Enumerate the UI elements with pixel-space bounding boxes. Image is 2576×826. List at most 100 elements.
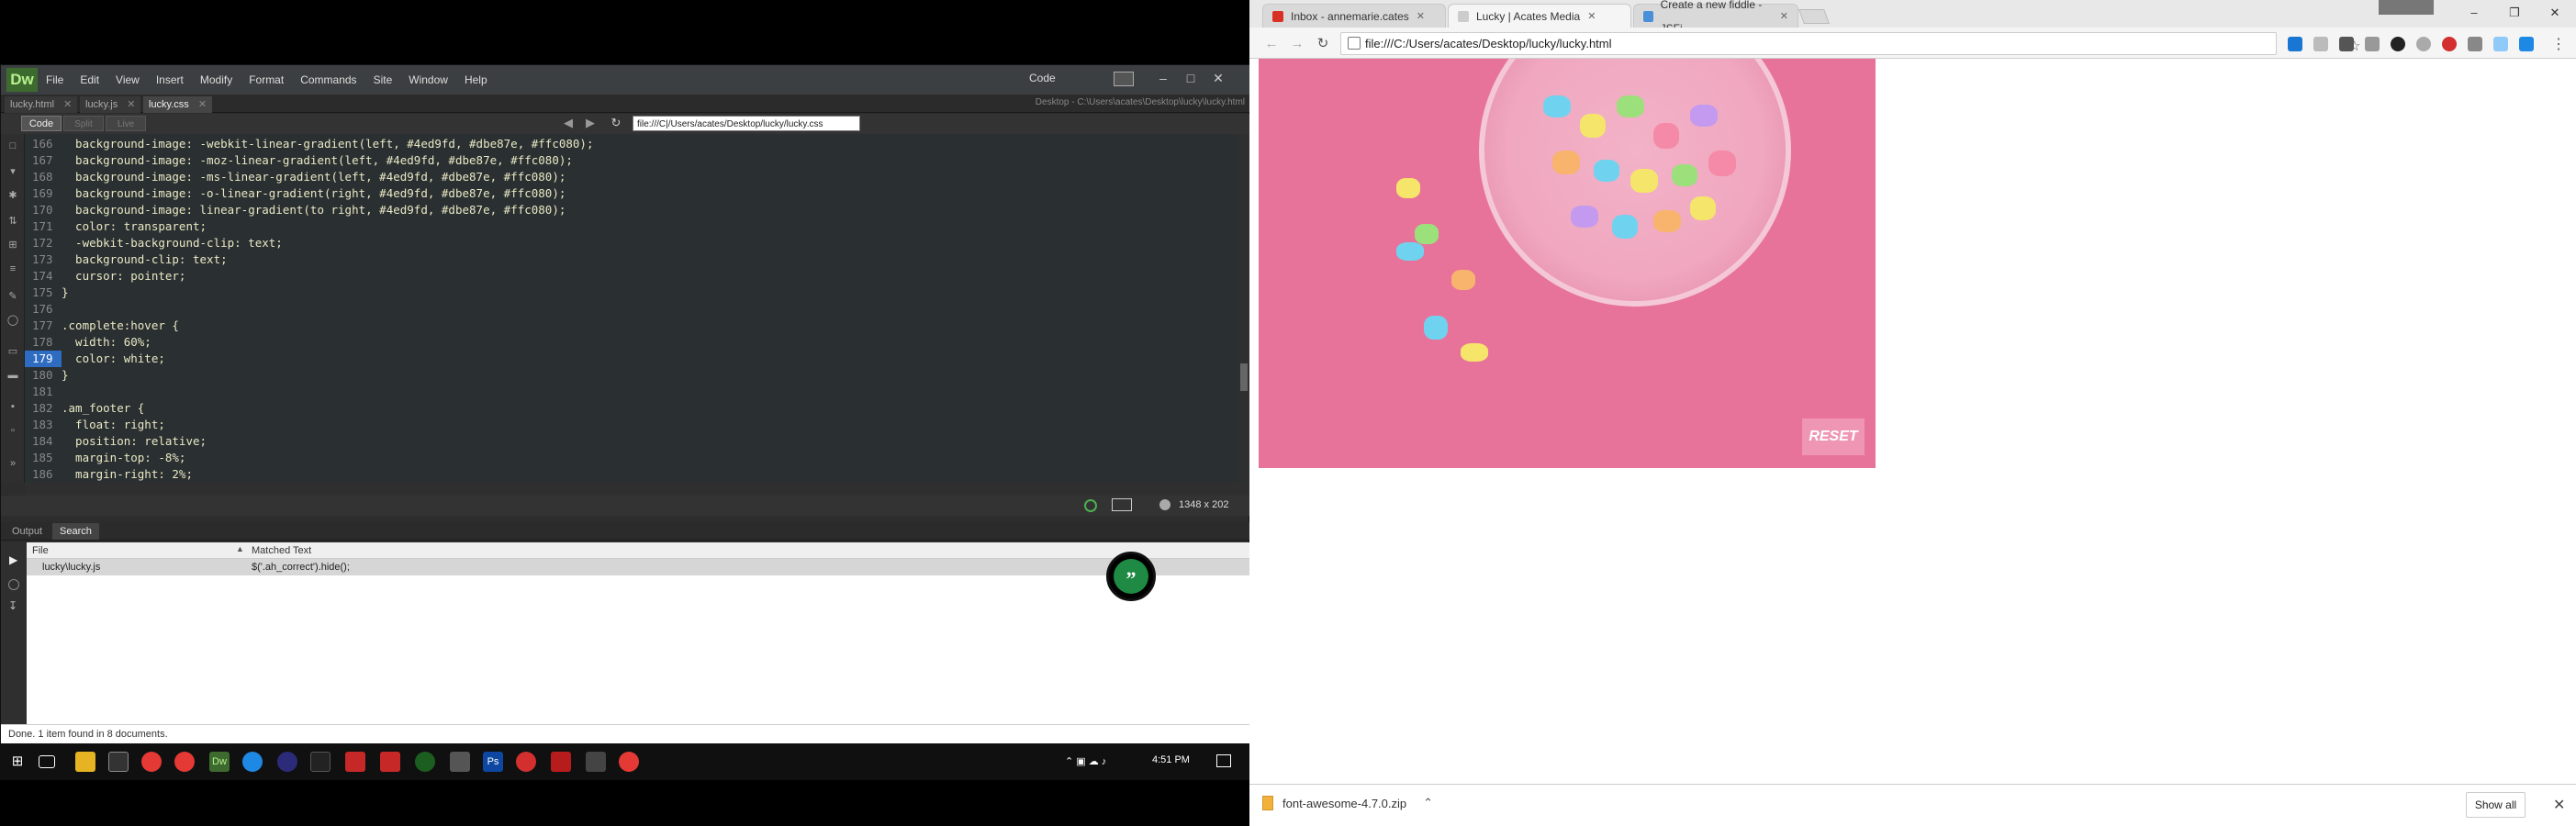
menu-help[interactable]: Help xyxy=(456,73,496,86)
code-line[interactable]: 185 margin-top: -8%; xyxy=(25,450,1238,466)
open-documents-icon[interactable]: □ xyxy=(6,140,19,152)
menu-format[interactable]: Format xyxy=(241,73,292,86)
app-icon[interactable] xyxy=(277,752,297,772)
back-icon[interactable]: ← xyxy=(1262,35,1281,53)
menu-edit[interactable]: Edit xyxy=(72,73,107,86)
menu-file[interactable]: File xyxy=(38,73,72,86)
edge-icon[interactable] xyxy=(242,752,263,772)
extension-icon[interactable] xyxy=(2391,37,2405,51)
store-icon[interactable] xyxy=(108,752,129,772)
expand-all-icon[interactable]: ✱ xyxy=(6,189,19,202)
quote-bubble-icon[interactable]: ” xyxy=(1106,552,1156,601)
sort-icon[interactable]: ▲ xyxy=(236,544,244,553)
split-view-button[interactable]: Split xyxy=(63,116,104,131)
dw-minimize-icon[interactable]: – xyxy=(1153,69,1173,87)
code-line[interactable]: 175} xyxy=(25,285,1238,301)
code-line[interactable]: 167 background-image: -moz-linear-gradie… xyxy=(25,152,1238,169)
chrome-close-icon[interactable]: ✕ xyxy=(2544,6,2566,22)
close-icon[interactable]: ✕ xyxy=(1417,5,1425,28)
code-line[interactable]: 179 color: white; xyxy=(25,351,1238,367)
link-extension-icon[interactable] xyxy=(2365,37,2380,51)
apply-comment-icon[interactable]: ▭ xyxy=(6,345,19,358)
menu-dots-icon[interactable]: ⋮ xyxy=(2551,35,2566,53)
tab-inbox[interactable]: Inbox - annemarie.cates ✕ xyxy=(1262,4,1446,28)
chrome-minimize-icon[interactable]: – xyxy=(2463,6,2485,22)
menu-view[interactable]: View xyxy=(107,73,148,86)
code-line[interactable]: 181 xyxy=(25,384,1238,400)
tab-lucky[interactable]: Lucky | Acates Media ✕ xyxy=(1448,4,1631,28)
acrobat-icon[interactable] xyxy=(345,752,365,772)
download-item[interactable]: font-awesome-4.7.0.zip ⌃ xyxy=(1262,796,1433,810)
extension-icon[interactable] xyxy=(2288,37,2302,51)
action-center-icon[interactable] xyxy=(1216,754,1231,767)
chevron-up-icon[interactable]: ⌃ xyxy=(1423,796,1433,810)
code-line[interactable]: 183 float: right; xyxy=(25,417,1238,433)
code-line[interactable]: 174 cursor: pointer; xyxy=(25,268,1238,285)
chrome-icon[interactable] xyxy=(174,752,195,772)
extension-icon[interactable] xyxy=(2519,37,2534,51)
close-icon[interactable]: ✕ xyxy=(198,96,207,113)
new-tab-button[interactable] xyxy=(1798,9,1830,24)
menu-insert[interactable]: Insert xyxy=(148,73,192,86)
start-icon[interactable]: ⊞ xyxy=(7,752,28,772)
code-line[interactable]: 186 margin-right: 2%; xyxy=(25,466,1238,483)
extension-icon[interactable] xyxy=(2313,37,2328,51)
balance-braces-icon[interactable]: ⊞ xyxy=(6,239,19,251)
code-line[interactable]: 166 background-image: -webkit-linear-gra… xyxy=(25,136,1238,152)
forward-arrow-icon[interactable]: ▶ xyxy=(581,114,599,132)
layout-dropdown[interactable]: Code xyxy=(1029,72,1056,84)
dw-maximize-icon[interactable]: □ xyxy=(1181,69,1201,87)
table-row[interactable]: lucky\lucky.js $('.ah_correct').hide(); xyxy=(27,559,1250,575)
window-size-icon[interactable] xyxy=(1159,499,1170,510)
code-line[interactable]: 178 width: 60%; xyxy=(25,334,1238,351)
photos-icon[interactable] xyxy=(586,752,606,772)
tab-lucky-css[interactable]: lucky.css ✕ xyxy=(143,96,213,113)
device-preview-icon[interactable] xyxy=(1112,498,1132,511)
wrap-tag-icon[interactable]: ▪ xyxy=(6,400,19,413)
code-view-button[interactable]: Code xyxy=(21,116,62,131)
extension-icon[interactable] xyxy=(2468,37,2482,51)
remove-comment-icon[interactable]: ▬ xyxy=(6,369,19,382)
mail-extension-icon[interactable] xyxy=(2339,37,2354,51)
extension-icon[interactable] xyxy=(2493,37,2508,51)
close-icon[interactable]: ✕ xyxy=(1780,5,1788,28)
chrome-restore-icon[interactable]: ❐ xyxy=(2503,6,2526,22)
menu-commands[interactable]: Commands xyxy=(292,73,364,86)
highlight-invalid-icon[interactable]: ✎ xyxy=(6,290,19,303)
workspace-switch-icon[interactable] xyxy=(1114,72,1134,86)
profile-badge[interactable] xyxy=(2379,0,2434,15)
close-icon[interactable]: ✕ xyxy=(63,96,72,113)
stop-icon[interactable] xyxy=(8,579,19,590)
menu-window[interactable]: Window xyxy=(400,73,456,86)
code-line[interactable]: 180} xyxy=(25,367,1238,384)
tab-output[interactable]: Output xyxy=(5,523,50,540)
dreamweaver-icon[interactable]: Dw xyxy=(209,752,230,772)
indent-icon[interactable]: » xyxy=(6,457,19,470)
extension-icon[interactable] xyxy=(2416,37,2431,51)
play-icon[interactable]: ▶ xyxy=(9,553,17,566)
live-view-button[interactable]: Live xyxy=(106,116,146,131)
photoshop-icon[interactable]: Ps xyxy=(483,752,503,772)
close-icon[interactable]: ✕ xyxy=(2553,796,2565,814)
refresh-icon[interactable]: ↻ xyxy=(607,114,625,132)
reset-button[interactable]: RESET xyxy=(1802,419,1865,455)
code-line[interactable]: 173 background-clip: text; xyxy=(25,251,1238,268)
tab-search[interactable]: Search xyxy=(52,523,99,540)
line-numbers-icon[interactable]: ≡ xyxy=(6,262,19,275)
app-icon[interactable] xyxy=(415,752,435,772)
chrome-icon[interactable] xyxy=(141,752,162,772)
code-line[interactable]: 172 -webkit-background-clip: text; xyxy=(25,235,1238,251)
file-explorer-icon[interactable] xyxy=(75,752,95,772)
column-file[interactable]: File xyxy=(32,545,49,556)
app-icon[interactable] xyxy=(551,752,571,772)
code-line[interactable]: 169 background-image: -o-linear-gradient… xyxy=(25,185,1238,202)
menu-site[interactable]: Site xyxy=(365,73,401,86)
column-matched-text[interactable]: Matched Text xyxy=(252,545,311,556)
syntax-error-icon[interactable]: ◯ xyxy=(6,314,19,327)
scroll-thumb[interactable] xyxy=(1240,363,1248,391)
code-line[interactable]: 176 xyxy=(25,301,1238,318)
code-horizontal-scrollbar[interactable] xyxy=(25,483,1250,496)
menu-modify[interactable]: Modify xyxy=(192,73,241,86)
recent-snippets-icon[interactable]: ▫ xyxy=(6,424,19,437)
app-icon[interactable] xyxy=(450,752,470,772)
